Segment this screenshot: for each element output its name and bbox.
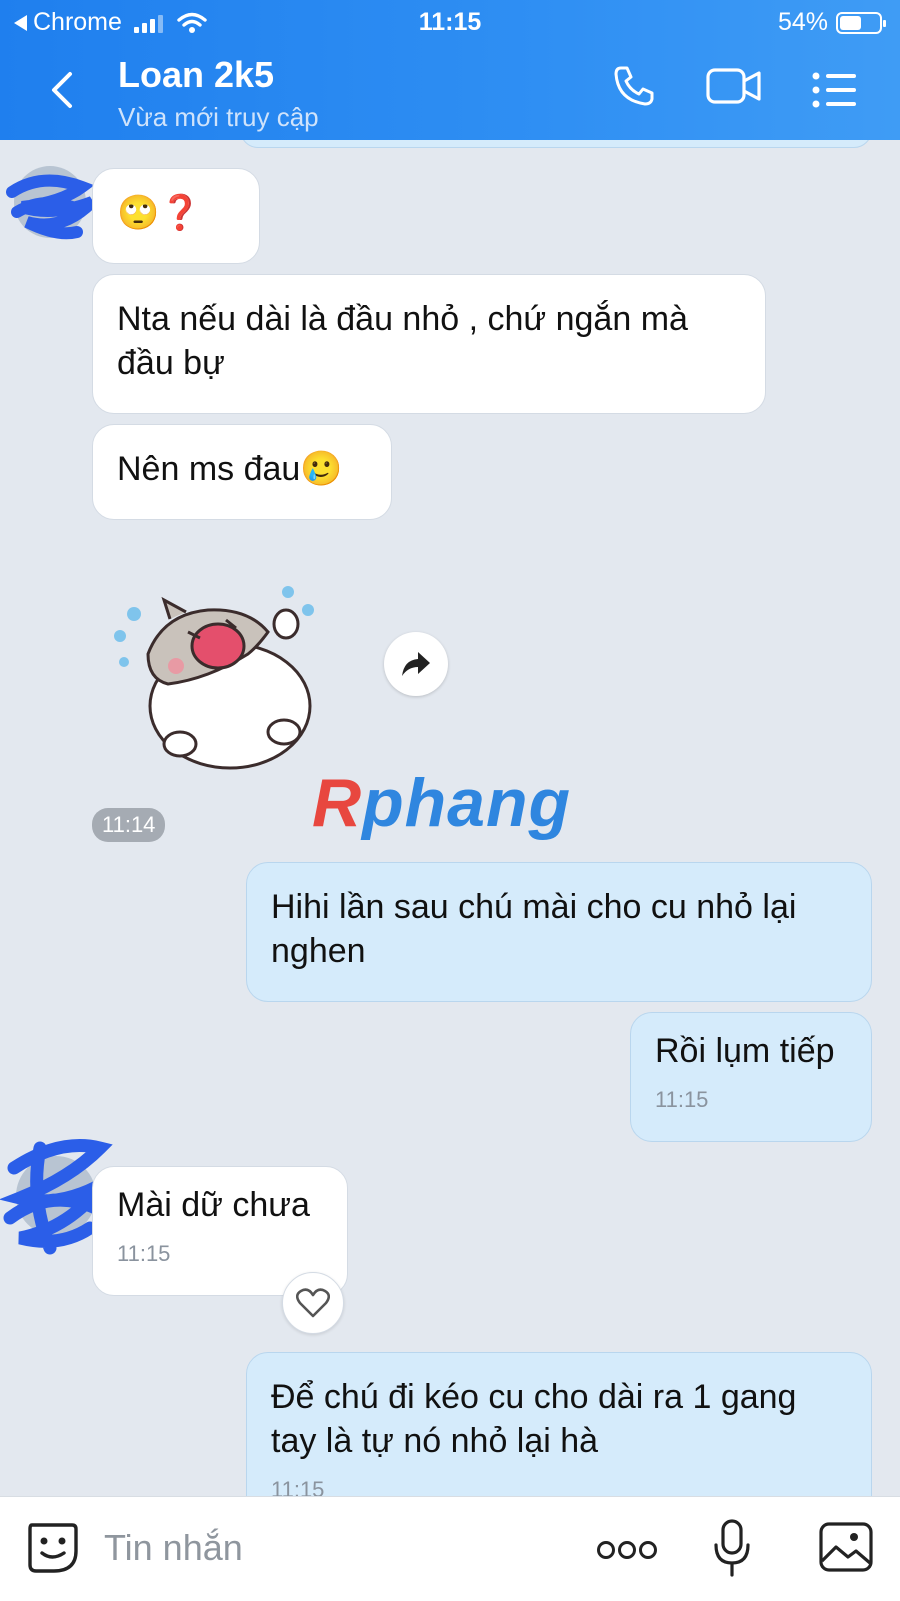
received-message-emoji[interactable]: 🙄❓	[92, 168, 260, 264]
message-composer: Tin nhắn	[0, 1496, 900, 1601]
message-time: 11:15	[117, 1241, 171, 1266]
sent-message[interactable]: Rồi lụm tiếp 11:15	[630, 1012, 872, 1142]
watermark-first-letter: R	[312, 765, 363, 841]
forward-share-button[interactable]	[384, 632, 448, 696]
video-call-icon[interactable]	[706, 64, 762, 108]
contact-avatar[interactable]	[2, 162, 102, 250]
watermark-logo: Rphang	[312, 764, 571, 842]
message-text: Rồi lụm tiếp	[655, 1032, 835, 1070]
more-icon[interactable]	[596, 1539, 658, 1561]
contact-name[interactable]: Loan 2k5	[118, 54, 274, 96]
sticker-icon[interactable]	[26, 1521, 78, 1575]
status-right: 54%	[777, 8, 886, 37]
message-input[interactable]: Tin nhắn	[104, 1527, 243, 1569]
menu-icon[interactable]	[812, 72, 858, 108]
watermark-rest: phang	[362, 765, 572, 841]
battery-icon	[836, 11, 886, 34]
message-text: Nta nếu dài là đầu nhỏ , chứ ngắn mà đầu…	[117, 300, 688, 382]
last-seen-status: Vừa mới truy cập	[118, 102, 319, 132]
message-text: Hihi lần sau chú mài cho cu nhỏ lại nghe…	[271, 888, 797, 970]
message-text: Mài dữ chưa	[117, 1186, 310, 1224]
sticker-timestamp: 11:14	[92, 808, 166, 842]
forward-icon	[402, 652, 430, 676]
message-text: Nên ms đau🥲	[117, 450, 343, 488]
heart-icon	[296, 1288, 330, 1318]
message-text: 🙄❓	[117, 194, 202, 232]
clock: 11:15	[418, 8, 482, 36]
microphone-icon[interactable]	[712, 1519, 752, 1577]
message-time: 11:15	[655, 1087, 709, 1112]
cat-crying-sticker[interactable]	[108, 584, 348, 784]
received-message[interactable]: Nên ms đau🥲	[92, 424, 392, 520]
status-bar: Chrome 11:15 54%	[0, 6, 900, 42]
react-heart-button[interactable]	[282, 1272, 344, 1334]
message-text: Để chú đi kéo cu cho dài ra 1 gang tay l…	[271, 1378, 797, 1460]
image-icon[interactable]	[818, 1521, 874, 1573]
sent-message[interactable]: Hihi lần sau chú mài cho cu nhỏ lại nghe…	[246, 862, 872, 1002]
chat-header: Chrome 11:15 54% Loan 2k5 Vừa mới truy c…	[0, 0, 900, 140]
back-icon[interactable]	[44, 70, 84, 110]
phone-icon[interactable]	[612, 64, 656, 108]
battery-percent: 54%	[777, 8, 828, 36]
received-message[interactable]: Nta nếu dài là đầu nhỏ , chứ ngắn mà đầu…	[92, 274, 766, 414]
